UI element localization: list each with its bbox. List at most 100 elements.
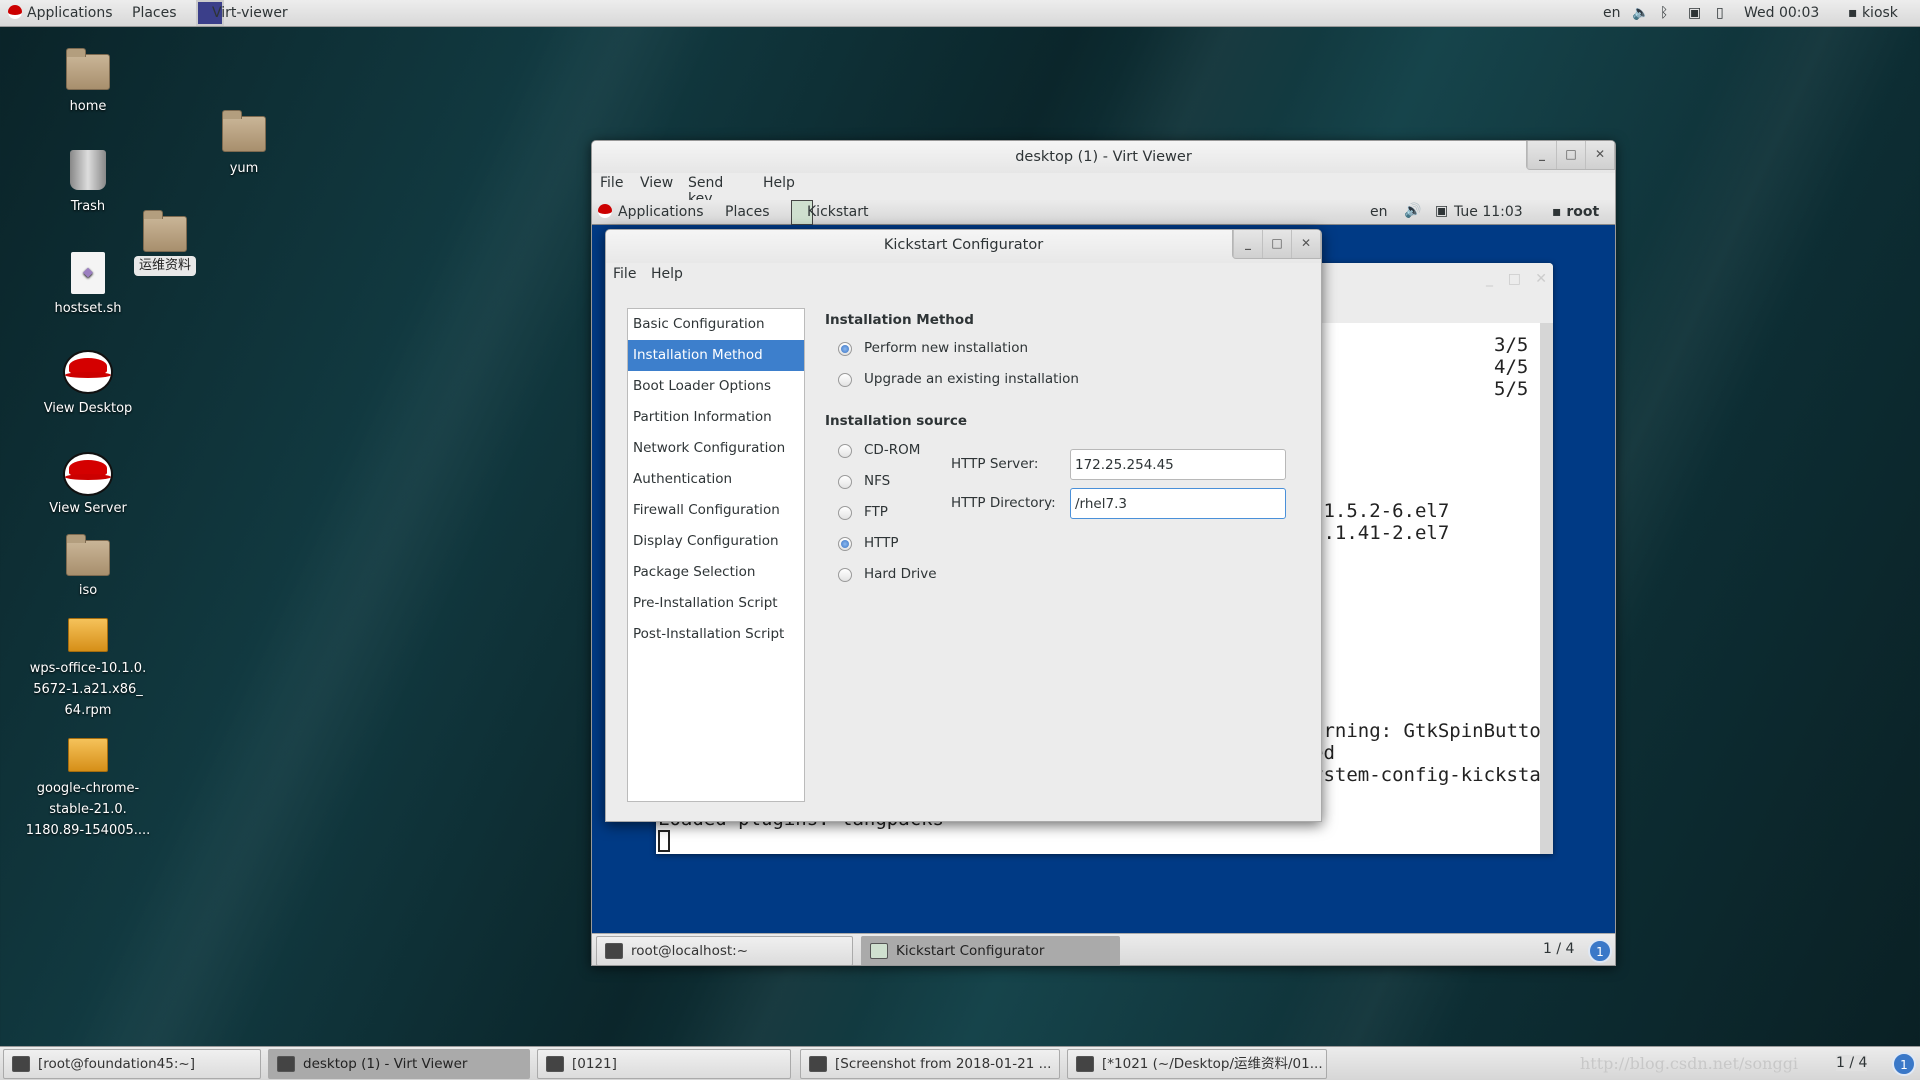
guest-language[interactable]: en <box>1370 204 1388 220</box>
radio-method[interactable] <box>838 342 852 356</box>
folder-icon <box>143 210 187 252</box>
http-server-input[interactable] <box>1070 449 1286 480</box>
notification-badge[interactable]: 1 <box>1892 1052 1916 1076</box>
terminal-maximize-button[interactable]: □ <box>1508 271 1521 287</box>
radio-method[interactable] <box>838 373 852 387</box>
guest-task-terminal[interactable]: root@localhost:~ <box>596 936 853 965</box>
top-panel: Applications Places Virt-viewer en 🔈 ᛒ ▣… <box>0 0 1920 27</box>
guest-volume-icon[interactable]: 🔊 <box>1404 203 1421 219</box>
redhat-icon <box>8 5 22 19</box>
radio-source[interactable] <box>838 537 852 551</box>
desktop-icon-yum[interactable]: yum <box>169 110 319 179</box>
taskbar-item[interactable]: [root@foundation45:~] <box>3 1049 261 1079</box>
sidebar-item[interactable]: Boot Loader Options <box>628 371 804 402</box>
sidebar-item[interactable]: Basic Configuration <box>628 309 804 340</box>
menu-view[interactable]: View <box>640 175 673 191</box>
sidebar-item[interactable]: Pre-Installation Script <box>628 588 804 619</box>
desktop-icon-ops[interactable]: 运维资料 <box>90 210 240 276</box>
guest-network-icon[interactable]: ▣ <box>1435 203 1448 219</box>
guest-top-panel: Applications Places Kickstart en 🔊 ▣ Tue… <box>592 200 1615 225</box>
menu-help[interactable]: Help <box>651 266 683 282</box>
taskbar-item[interactable]: [Screenshot from 2018-01-21 ... <box>800 1049 1060 1079</box>
sidebar-item[interactable]: Post-Installation Script <box>628 619 804 650</box>
desktop-icon-wps[interactable]: wps-office-10.1.0. 5672-1.a21.x86_ 64.rp… <box>13 618 163 721</box>
title-bar: Kickstart Configurator _ □ ✕ <box>606 230 1321 263</box>
kickstart-window: Kickstart Configurator _ □ ✕ File Help Bas… <box>605 229 1322 822</box>
terminal-scrollbar[interactable] <box>1540 323 1553 854</box>
guest-places-menu[interactable]: Places <box>725 204 770 220</box>
home-folder-icon <box>66 48 110 90</box>
window-icon <box>12 1056 30 1072</box>
sidebar-item[interactable]: Authentication <box>628 464 804 495</box>
terminal-line: arning: GtkSpinButto <box>1312 720 1541 742</box>
radio-label: Upgrade an existing installation <box>864 371 1079 387</box>
menu-file[interactable]: File <box>613 266 636 282</box>
sidebar-item[interactable]: Firewall Configuration <box>628 495 804 526</box>
active-app-menu[interactable]: Virt-viewer <box>212 5 288 21</box>
desktop-icon-view-desktop[interactable]: View Desktop <box>13 350 163 419</box>
folder-icon <box>222 110 266 152</box>
menu-file[interactable]: File <box>600 175 623 191</box>
radio-source[interactable] <box>838 568 852 582</box>
guest-applications-menu[interactable]: Applications <box>598 204 704 220</box>
terminal-minimize-button[interactable]: _ <box>1486 271 1493 287</box>
guest-clock[interactable]: Tue 11:03 <box>1454 204 1523 220</box>
language-indicator[interactable]: en <box>1603 5 1621 21</box>
window-icon <box>809 1056 827 1072</box>
sidebar-item[interactable]: Partition Information <box>628 402 804 433</box>
close-button[interactable]: ✕ <box>1291 230 1320 258</box>
guest-active-app[interactable]: Kickstart <box>807 204 868 220</box>
bluetooth-icon[interactable]: ᛒ <box>1660 5 1668 21</box>
radio-label: NFS <box>864 473 891 489</box>
applications-menu[interactable]: Applications <box>8 5 113 21</box>
maximize-button[interactable]: □ <box>1262 230 1291 258</box>
sidebar-item[interactable]: Display Configuration <box>628 526 804 557</box>
window-icon <box>1076 1056 1094 1072</box>
maximize-button[interactable]: □ <box>1556 141 1585 169</box>
taskbar-item[interactable]: [*1021 (~/Desktop/运维资料/01... <box>1067 1049 1327 1079</box>
desktop-icon-chrome[interactable]: google-chrome- stable-21.0. 1180.89-1540… <box>13 738 163 841</box>
http-directory-label: HTTP Directory: <box>951 495 1056 511</box>
redhat-icon <box>598 204 612 218</box>
terminal-line: 5/5 <box>1494 378 1529 400</box>
desktop-icon-trash[interactable]: Trash <box>13 150 163 217</box>
terminal-close-button[interactable]: ✕ <box>1535 271 1547 287</box>
taskbar-item[interactable]: desktop (1) - Virt Viewer <box>268 1049 530 1079</box>
terminal-icon <box>605 943 623 959</box>
workspace-indicator[interactable]: 1 / 4 <box>1836 1055 1868 1071</box>
guest-task-kickstart[interactable]: Kickstart Configurator <box>861 936 1120 965</box>
menu-help[interactable]: Help <box>763 175 795 191</box>
battery-icon[interactable]: ▯ <box>1716 5 1724 21</box>
clock[interactable]: Wed 00:03 <box>1744 5 1819 21</box>
guest-notification-badge[interactable]: 1 <box>1588 939 1612 963</box>
desktop-icon-home[interactable]: home <box>13 48 163 117</box>
minimize-button[interactable]: _ <box>1233 230 1262 258</box>
sidebar-list: Basic Configuration Installation Method Bo… <box>627 308 805 802</box>
sidebar-item[interactable]: Package Selection <box>628 557 804 588</box>
window-title: desktop (1) - Virt Viewer <box>1015 149 1192 165</box>
http-directory-input[interactable] <box>1070 488 1286 519</box>
guest-workspace-indicator[interactable]: 1 / 4 <box>1543 941 1574 957</box>
guest-user-menu[interactable]: ▪ root <box>1552 204 1599 220</box>
trash-icon <box>70 150 106 190</box>
taskbar-item[interactable]: [0121] <box>537 1049 791 1079</box>
radio-source[interactable] <box>838 475 852 489</box>
sidebar-item[interactable]: Installation Method <box>628 340 804 371</box>
desktop-icon-iso[interactable]: iso <box>13 534 163 601</box>
window-title: Kickstart Configurator <box>883 237 1044 253</box>
radio-label: FTP <box>864 504 888 520</box>
user-menu[interactable]: ▪ kiosk <box>1848 5 1898 21</box>
minimize-button[interactable]: _ <box>1527 141 1556 169</box>
close-button[interactable]: ✕ <box>1585 141 1614 169</box>
package-icon <box>68 618 108 652</box>
places-menu[interactable]: Places <box>132 5 177 21</box>
desktop-icon-view-server[interactable]: View Server <box>13 452 163 519</box>
network-icon[interactable]: ▣ <box>1688 5 1701 21</box>
radio-source[interactable] <box>838 444 852 458</box>
kickstart-icon <box>870 943 888 959</box>
sidebar-item[interactable]: Network Configuration <box>628 433 804 464</box>
radio-source[interactable] <box>838 506 852 520</box>
volume-icon[interactable]: 🔈 <box>1632 5 1649 21</box>
watermark: http://blog.csdn.net/songgi <box>1580 1054 1799 1073</box>
guest-taskbar: root@localhost:~ Kickstart Configurator … <box>592 933 1615 965</box>
